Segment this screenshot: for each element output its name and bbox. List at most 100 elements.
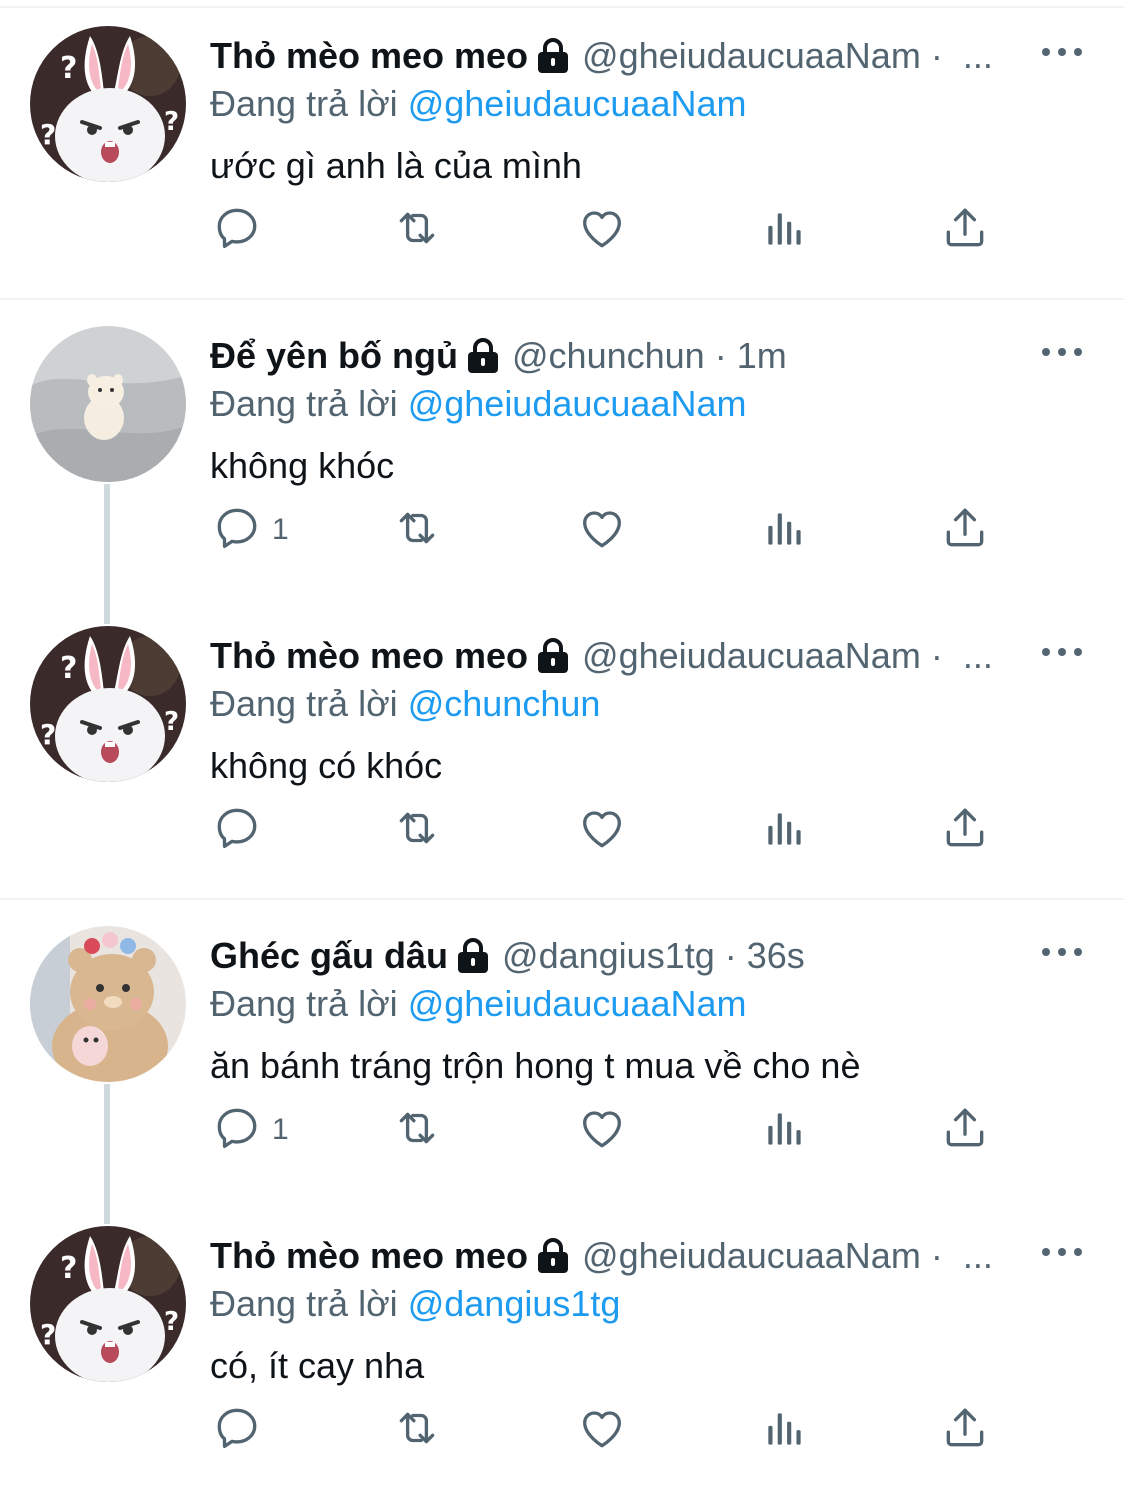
retweet-icon [392, 1103, 442, 1158]
reply-icon [212, 503, 262, 558]
reply-mention-link[interactable]: @gheiudaucuaaNam [408, 983, 747, 1024]
tweet[interactable]: Thỏ mèo meo meo @gheiudaucuaaNam ·... Đang … [0, 0, 1124, 300]
retweet-button[interactable] [392, 202, 442, 258]
share-icon [940, 803, 990, 858]
like-button[interactable] [577, 502, 627, 558]
heart-icon [577, 503, 627, 558]
replying-prefix: Đang trả lời [210, 383, 398, 424]
lock-icon [536, 638, 570, 674]
bar-chart-icon [760, 203, 810, 258]
share-button[interactable] [940, 1102, 990, 1158]
more-options-icon[interactable] [1040, 340, 1084, 364]
bar-chart-icon [760, 503, 810, 558]
replying-prefix: Đang trả lời [210, 983, 398, 1024]
handle[interactable]: @gheiudaucuaaNam [582, 632, 921, 680]
retweet-button[interactable] [392, 1102, 442, 1158]
tweet-header: Thỏ mèo meo meo @gheiudaucuaaNam ·... [210, 632, 1040, 680]
share-icon [940, 203, 990, 258]
action-bar: 1 [0, 1102, 1124, 1158]
views-button[interactable] [760, 802, 810, 858]
lock-icon [536, 1238, 570, 1274]
display-name[interactable]: Thỏ mèo meo meo [210, 1232, 528, 1280]
action-bar [0, 802, 1124, 858]
tweet[interactable]: Thỏ mèo meo meo @gheiudaucuaaNam ·... Đang … [0, 600, 1124, 900]
reply-mention-link[interactable]: @gheiudaucuaaNam [408, 383, 747, 424]
reply-mention-link[interactable]: @chunchun [408, 683, 601, 724]
heart-icon [577, 203, 627, 258]
handle[interactable]: @dangius1tg [502, 932, 715, 980]
action-bar: 1 [0, 502, 1124, 558]
reply-button[interactable] [212, 1402, 262, 1458]
retweet-icon [392, 203, 442, 258]
separator-dot: · [930, 1235, 943, 1276]
more-options-icon[interactable] [1040, 640, 1084, 664]
like-button[interactable] [577, 1102, 627, 1158]
bunny-avatar[interactable] [30, 26, 186, 182]
bunny-avatar[interactable] [30, 626, 186, 782]
reply-icon [212, 203, 262, 258]
display-name[interactable]: Thỏ mèo meo meo [210, 32, 528, 80]
bunny-avatar[interactable] [30, 1226, 186, 1382]
truncation-ellipsis: ... [962, 1235, 993, 1276]
tweet-header: Ghéc gấu dâu @dangius1tg · 36s [210, 932, 1040, 980]
retweet-button[interactable] [392, 1402, 442, 1458]
timestamp[interactable]: 1m [737, 332, 787, 380]
share-icon [940, 503, 990, 558]
lock-icon [536, 38, 570, 74]
share-button[interactable] [940, 202, 990, 258]
tweet-header: Thỏ mèo meo meo @gheiudaucuaaNam ·... [210, 1232, 1040, 1280]
action-bar [0, 202, 1124, 258]
display-name[interactable]: Thỏ mèo meo meo [210, 632, 528, 680]
reply-mention-link[interactable]: @dangius1tg [408, 1283, 621, 1324]
views-button[interactable] [760, 1402, 810, 1458]
reply-button[interactable]: 1 [212, 1102, 289, 1158]
share-button[interactable] [940, 802, 990, 858]
bar-chart-icon [760, 803, 810, 858]
bar-chart-icon [760, 1403, 810, 1458]
like-button[interactable] [577, 802, 627, 858]
reply-button[interactable]: 1 [212, 502, 289, 558]
heart-icon [577, 803, 627, 858]
timestamp[interactable]: 36s [747, 932, 805, 980]
tweet-header: Thỏ mèo meo meo @gheiudaucuaaNam ·... [210, 32, 1040, 80]
more-options-icon[interactable] [1040, 1240, 1084, 1264]
tweet-text: ước gì anh là của mình [210, 145, 582, 186]
display-name[interactable]: Ghéc gấu dâu [210, 932, 448, 980]
views-button[interactable] [760, 202, 810, 258]
replying-prefix: Đang trả lời [210, 683, 398, 724]
replying-prefix: Đang trả lời [210, 83, 398, 124]
views-button[interactable] [760, 502, 810, 558]
tweet[interactable]: Ghéc gấu dâu @dangius1tg · 36s Đang trả lời … [0, 900, 1124, 1224]
reply-button[interactable] [212, 802, 262, 858]
replying-prefix: Đang trả lời [210, 1283, 398, 1324]
tweet-text: không có khóc [210, 745, 443, 786]
reply-button[interactable] [212, 202, 262, 258]
reply-icon [212, 803, 262, 858]
more-options-icon[interactable] [1040, 40, 1084, 64]
separator-dot: · [714, 335, 727, 376]
like-button[interactable] [577, 202, 627, 258]
retweet-button[interactable] [392, 802, 442, 858]
tweet[interactable]: Để yên bố ngủ @chunchun · 1m Đang trả lời @g… [0, 300, 1124, 624]
display-name[interactable]: Để yên bố ngủ [210, 332, 458, 380]
separator-dot: · [930, 35, 943, 76]
tweet[interactable]: Thỏ mèo meo meo @gheiudaucuaaNam ·... Đang … [0, 1200, 1124, 1499]
reply-mention-link[interactable]: @gheiudaucuaaNam [408, 83, 747, 124]
views-button[interactable] [760, 1102, 810, 1158]
share-button[interactable] [940, 502, 990, 558]
handle[interactable]: @gheiudaucuaaNam [582, 32, 921, 80]
retweet-button[interactable] [392, 502, 442, 558]
action-bar [0, 1402, 1124, 1458]
reply-icon [212, 1403, 262, 1458]
more-options-icon[interactable] [1040, 940, 1084, 964]
handle[interactable]: @gheiudaucuaaNam [582, 1232, 921, 1280]
like-button[interactable] [577, 1402, 627, 1458]
share-button[interactable] [940, 1402, 990, 1458]
tweet-text: không khóc [210, 445, 395, 486]
plush-avatar[interactable] [30, 326, 186, 482]
bear-avatar[interactable] [30, 926, 186, 1082]
handle[interactable]: @chunchun [512, 332, 705, 380]
truncation-ellipsis: ... [962, 35, 993, 76]
retweet-icon [392, 1403, 442, 1458]
reply-count: 1 [272, 1113, 289, 1146]
